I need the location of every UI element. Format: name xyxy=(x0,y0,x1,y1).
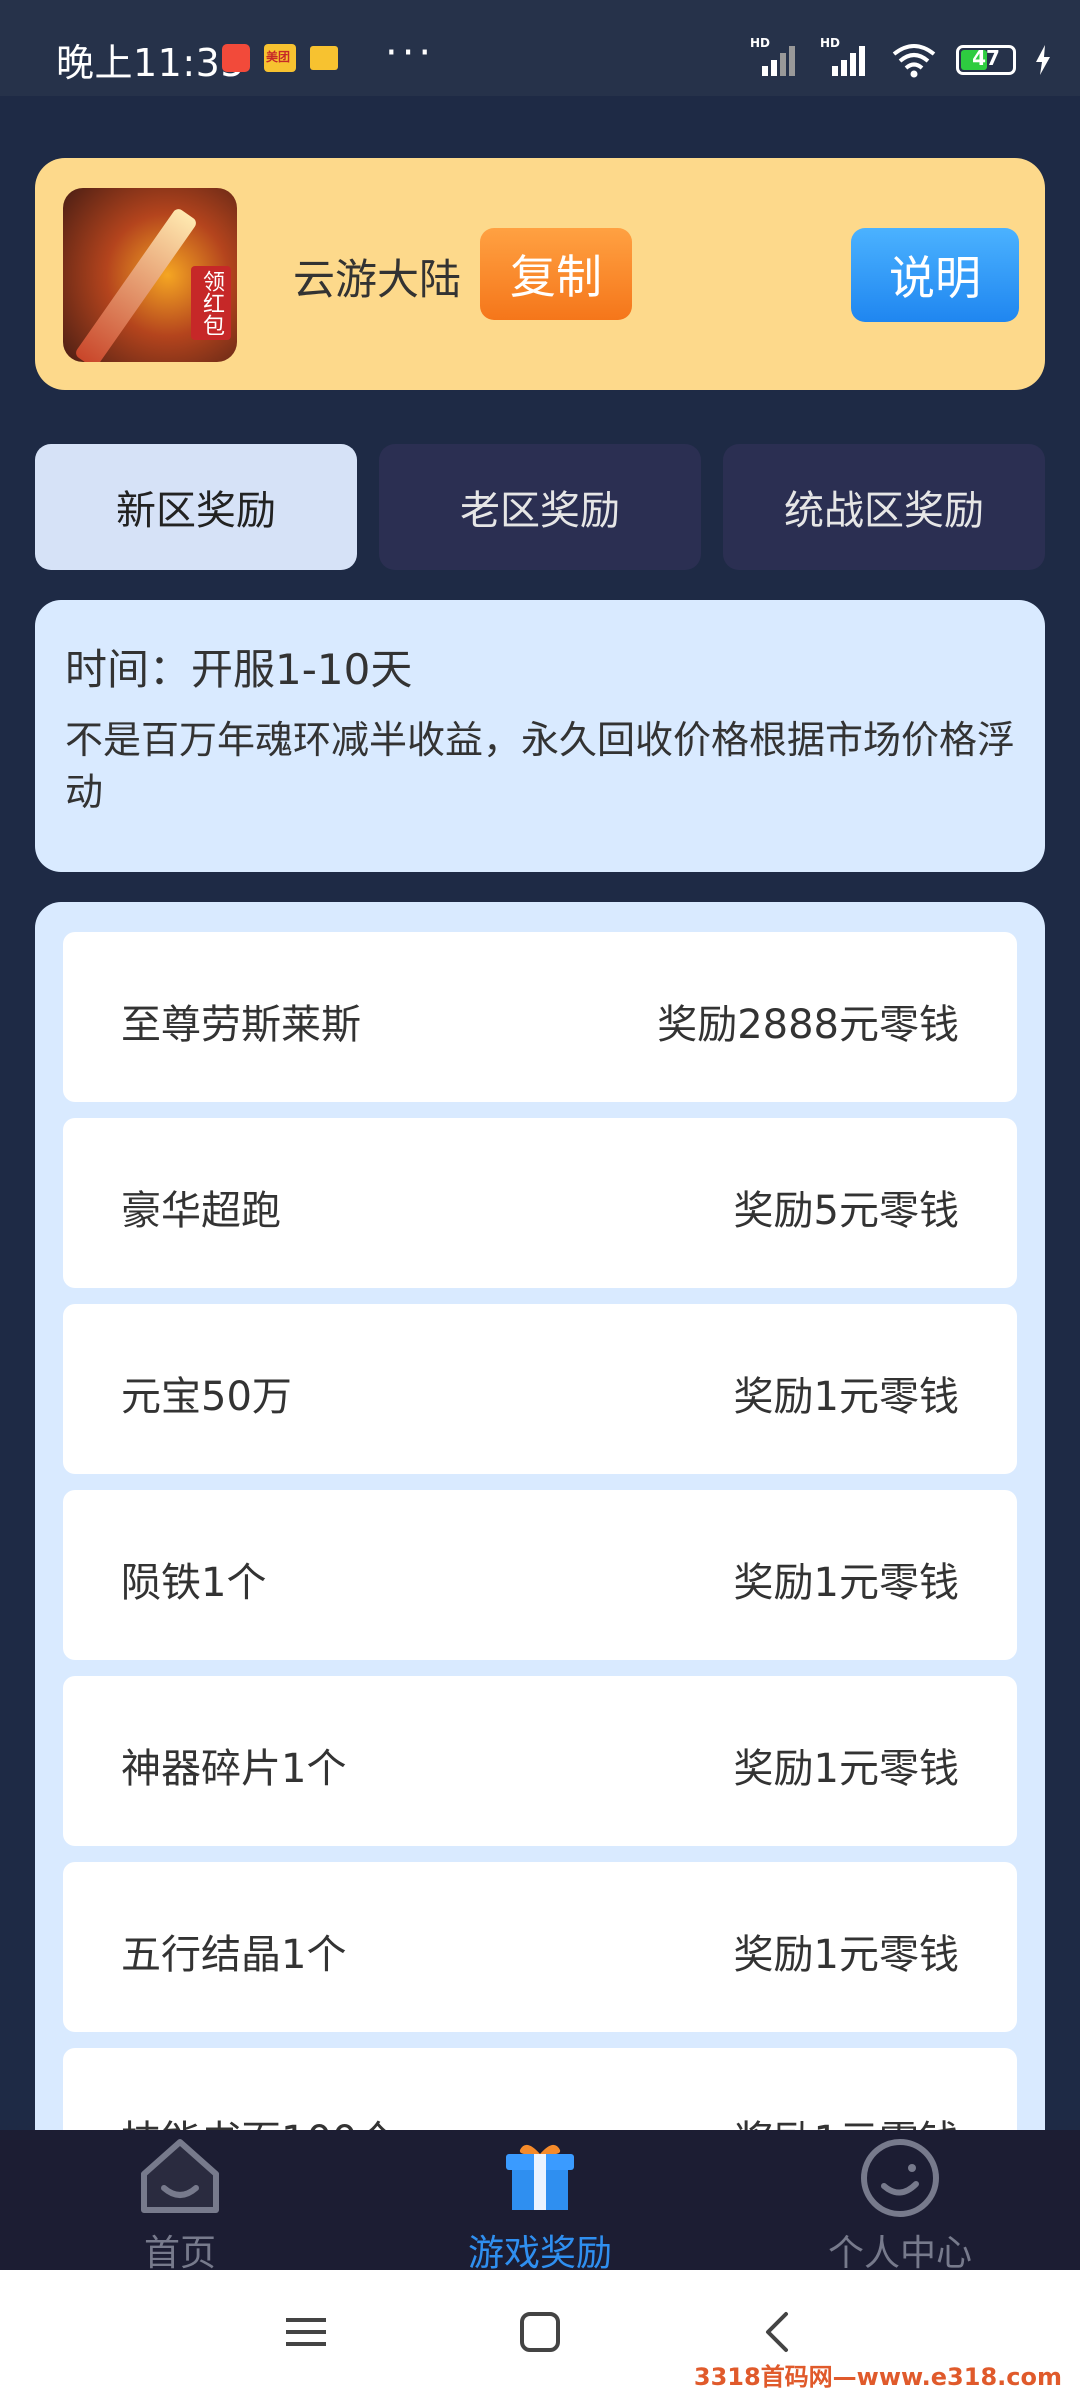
reward-item-name: 神器碎片1个 xyxy=(121,1746,347,1792)
app-notification-icon xyxy=(222,44,250,72)
reward-amount: 奖励2888元零钱 xyxy=(657,1002,959,1048)
reward-amount: 奖励1元零钱 xyxy=(734,2108,959,2132)
status-time: 晚上11:35 xyxy=(56,41,246,85)
tab-united-server[interactable]: 统战区奖励 xyxy=(723,444,1045,570)
home-icon xyxy=(141,2139,219,2213)
list-item: 豪华超跑 奖励5元零钱 xyxy=(63,1118,1017,1288)
list-item: 至尊劳斯莱斯 奖励2888元零钱 xyxy=(63,932,1017,1102)
nav-game-rewards[interactable]: 游戏奖励 xyxy=(440,2130,640,2274)
tab-new-server[interactable]: 新区奖励 xyxy=(35,444,357,570)
signal-icon-2: HD xyxy=(820,36,872,80)
nav-game-rewards-label: 游戏奖励 xyxy=(467,2233,612,2274)
menu-icon[interactable] xyxy=(284,2310,328,2354)
list-item: 神器碎片1个 奖励1元零钱 xyxy=(63,1676,1017,1846)
system-navigation-bar: 3318首码网—www.e318.com xyxy=(0,2270,1080,2400)
list-item: 元宝50万 奖励1元零钱 xyxy=(63,1304,1017,1474)
reward-item-name: 豪华超跑 xyxy=(121,1188,281,1234)
list-item: 技能书页100个 奖励1元零钱 xyxy=(63,2048,1017,2132)
smile-icon xyxy=(861,2139,939,2217)
reward-amount: 奖励5元零钱 xyxy=(733,1188,959,1234)
tab-old-server[interactable]: 老区奖励 xyxy=(379,444,701,570)
game-name: 云游大陆 xyxy=(293,255,462,304)
home-square-icon[interactable] xyxy=(518,2310,562,2354)
bottom-navigation: 首页 游戏奖励 个人中心 xyxy=(0,2130,1080,2274)
reward-amount: 奖励1元零钱 xyxy=(733,1560,959,1606)
reward-item-name: 五行结晶1个 xyxy=(121,1932,347,1978)
server-time-text: 时间：开服1-10天 xyxy=(65,645,413,694)
nav-profile[interactable]: 个人中心 xyxy=(800,2130,1000,2274)
info-card: 时间：开服1-10天 不是百万年魂环减半收益，永久回收价格根据市场价格浮动 xyxy=(35,600,1045,872)
reward-amount: 奖励1元零钱 xyxy=(733,1374,959,1420)
wifi-icon xyxy=(892,44,936,78)
more-notifications-icon: ··· xyxy=(385,30,436,76)
status-bar: 晚上11:35 美团 ··· HD HD 47 xyxy=(0,0,1080,96)
explain-button[interactable]: 说明 xyxy=(851,228,1019,322)
reward-item-name: 陨铁1个 xyxy=(121,1560,267,1606)
back-icon[interactable] xyxy=(756,2310,800,2354)
meituan-icon: 美团 xyxy=(264,44,296,72)
nav-profile-label: 个人中心 xyxy=(827,2233,972,2274)
charging-icon xyxy=(1036,45,1050,75)
status-indicators: HD HD 47 xyxy=(750,36,1052,80)
reward-list: 至尊劳斯莱斯 奖励2888元零钱 豪华超跑 奖励5元零钱 元宝50万 奖励1元零… xyxy=(35,902,1045,2132)
message-icon xyxy=(310,46,338,70)
game-icon-tag: 领红包 xyxy=(191,266,231,340)
reward-item-name: 技能书页100个 xyxy=(121,2108,397,2132)
list-item: 陨铁1个 奖励1元零钱 xyxy=(63,1490,1017,1660)
info-description: 不是百万年魂环减半收益，永久回收价格根据市场价格浮动 xyxy=(65,718,1016,814)
copy-button[interactable]: 复制 xyxy=(480,228,632,320)
gift-icon xyxy=(506,2144,574,2210)
signal-icon: HD xyxy=(750,36,802,80)
watermark: 3318首码网—www.e318.com xyxy=(693,2363,1062,2391)
reward-amount: 奖励1元零钱 xyxy=(733,1932,959,1978)
game-icon[interactable]: 领红包 xyxy=(63,188,237,362)
reward-tabs: 新区奖励 老区奖励 统战区奖励 xyxy=(35,444,1045,570)
notification-icons: 美团 xyxy=(222,44,338,72)
reward-item-name: 至尊劳斯莱斯 xyxy=(121,1002,361,1048)
battery-icon: 47 xyxy=(956,45,1016,75)
reward-item-name: 元宝50万 xyxy=(121,1374,292,1420)
game-header-card: 领红包 云游大陆 复制 说明 xyxy=(35,158,1045,390)
list-item: 五行结晶1个 奖励1元零钱 xyxy=(63,1862,1017,2032)
reward-amount: 奖励1元零钱 xyxy=(733,1746,959,1792)
nav-home[interactable]: 首页 xyxy=(80,2130,280,2274)
nav-home-label: 首页 xyxy=(143,2233,216,2274)
